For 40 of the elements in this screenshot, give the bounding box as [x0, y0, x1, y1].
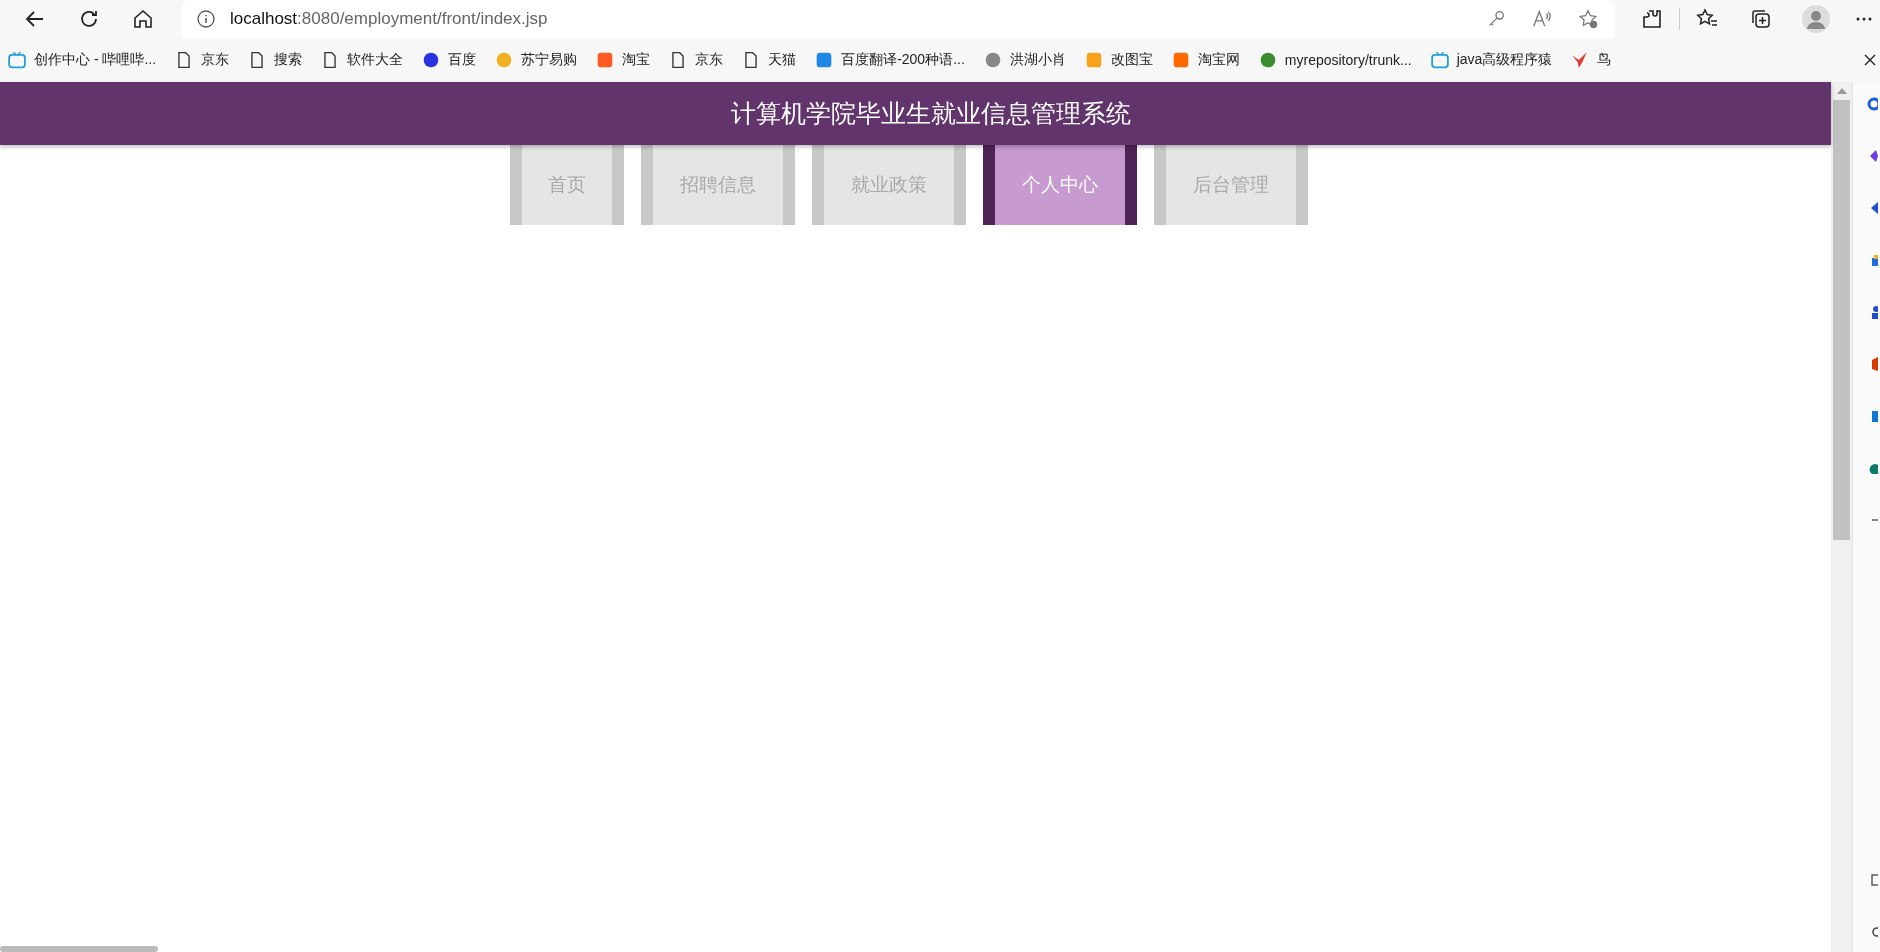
bookmark-item[interactable]: 京东: [669, 51, 724, 69]
more-icon[interactable]: [1856, 17, 1872, 21]
bookmark-item[interactable]: 苏宁易购: [495, 51, 578, 69]
star-add-icon[interactable]: [1577, 8, 1599, 30]
extensions-icon[interactable]: [1640, 7, 1664, 31]
site-title: 计算机学院毕业生就业信息管理系统: [730, 98, 1131, 129]
bookmark-item[interactable]: 淘宝网: [1171, 51, 1240, 69]
logo-icon: [815, 51, 834, 69]
bookmark-item[interactable]: 改图宝: [1084, 51, 1153, 69]
logo-icon: [422, 51, 441, 69]
bookmark-item[interactable]: 淘宝: [596, 51, 651, 69]
bookmark-item[interactable]: myrepository/trunk...: [1258, 51, 1412, 69]
bookmark-item[interactable]: 创作中心 - 哔哩哔...: [8, 51, 157, 69]
bookmark-item[interactable]: 洪湖小肖: [983, 51, 1066, 69]
tv-icon: [8, 51, 26, 69]
collections-icon[interactable]: [1749, 7, 1773, 31]
logo-icon: [1171, 51, 1190, 69]
logo-icon: [495, 51, 514, 69]
bookmark-item[interactable]: 天猫: [742, 51, 797, 69]
bookmark-item[interactable]: java高级程序猿: [1430, 51, 1553, 69]
bird-icon: [1571, 51, 1590, 69]
vertical-scrollbar[interactable]: [1831, 82, 1852, 952]
bookmark-item[interactable]: 软件大全: [321, 51, 404, 69]
address-bar[interactable]: localhost:8080/employment/front/index.jsp: [182, 0, 1615, 38]
logo-icon: [596, 51, 615, 69]
logo-icon: [983, 51, 1002, 69]
avatar-icon[interactable]: [1802, 5, 1830, 33]
tv-icon: [1430, 51, 1449, 69]
bookmark-item[interactable]: 京东: [175, 51, 230, 69]
home-icon[interactable]: [131, 7, 155, 31]
bookmark-item[interactable]: 百度: [422, 51, 477, 69]
logo-icon: [1084, 51, 1103, 69]
logo-icon: [1258, 51, 1277, 69]
horizontal-scrollbar[interactable]: [0, 946, 158, 952]
info-icon[interactable]: [196, 9, 216, 29]
close-icon[interactable]: [1864, 54, 1876, 66]
bookmark-item[interactable]: 搜索: [248, 51, 303, 69]
bookmark-item[interactable]: 百度翻译-200种语...: [815, 51, 965, 69]
scrollbar-thumb[interactable]: [1833, 100, 1850, 540]
bookmark-item[interactable]: 鸟: [1571, 51, 1612, 69]
